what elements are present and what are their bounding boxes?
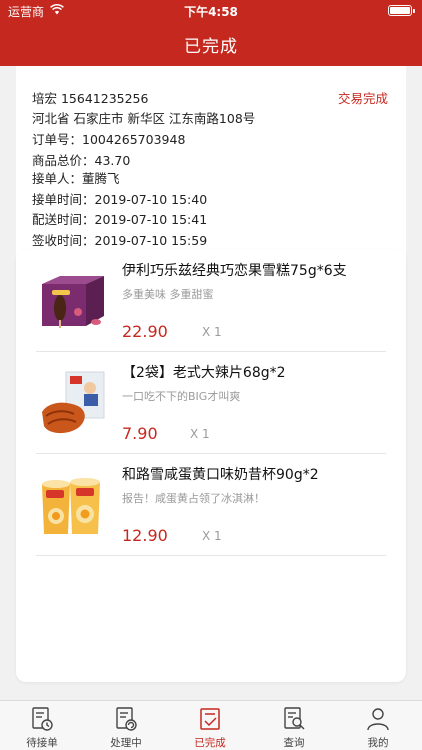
goods-qty: X 1 bbox=[202, 529, 222, 543]
sign-time-value: 2019-07-10 15:59 bbox=[94, 233, 208, 248]
customer-line: 培宏 15641235256 bbox=[32, 91, 149, 106]
ice-cream-cup-image bbox=[42, 478, 100, 534]
tab-search[interactable]: 查询 bbox=[252, 701, 336, 750]
tab-label: 查询 bbox=[283, 737, 305, 749]
receiver-value: 董腾飞 bbox=[82, 171, 120, 186]
tab-label: 已完成 bbox=[194, 737, 226, 749]
order-status-badge: 交易完成 bbox=[337, 91, 388, 106]
goods-price: 7.90 bbox=[122, 424, 158, 443]
goods-qty: X 1 bbox=[202, 325, 222, 339]
top-bar: 运营商 下午4:58 已完成 bbox=[0, 0, 422, 66]
processing-icon bbox=[116, 707, 137, 731]
tab-pending[interactable]: 待接单 bbox=[0, 701, 84, 750]
accept-time-label: 接单时间： bbox=[32, 192, 95, 207]
goods-desc: 报告！咸蛋黄占领了冰淇淋！ bbox=[122, 492, 265, 505]
order-no-line: 订单号：1004265703948 bbox=[32, 129, 185, 148]
goods-qty: X 1 bbox=[190, 427, 210, 441]
tab-processing[interactable]: 处理中 bbox=[84, 701, 168, 750]
order-info-card: 培宏 15641235256 交易完成 河北省 石家庄市 新华区 江东南路108… bbox=[16, 66, 406, 266]
deliver-time-value: 2019-07-10 15:41 bbox=[94, 212, 208, 227]
tab-label: 我的 bbox=[367, 737, 389, 749]
ice-cream-box-image bbox=[42, 276, 104, 328]
goods-item[interactable]: 【2袋】老式大辣片68g*2 一口吃不下的BIG才叫爽 7.90 X 1 bbox=[36, 352, 386, 454]
status-time: 下午4:58 bbox=[184, 5, 238, 19]
completed-icon bbox=[200, 708, 220, 730]
sign-time-line: 签收时间：2019-07-10 15:59 bbox=[32, 230, 207, 249]
accept-time-line: 接单时间：2019-07-10 15:40 bbox=[32, 189, 207, 208]
tab-profile[interactable]: 我的 bbox=[336, 701, 420, 750]
total-value: 43.70 bbox=[94, 153, 131, 168]
deliver-time-label: 配送时间： bbox=[32, 212, 95, 227]
tab-label: 待接单 bbox=[26, 737, 58, 749]
order-no-value: 1004265703948 bbox=[82, 132, 186, 147]
goods-name: 和路雪咸蛋黄口味奶昔杯90g*2 bbox=[122, 467, 319, 483]
page-title: 已完成 bbox=[184, 37, 238, 57]
total-line: 商品总价：43.70 bbox=[32, 150, 130, 169]
goods-list: 伊利巧乐兹经典巧恋果雪糕75g*6支 多重美味 多重甜蜜 22.90 X 1 【… bbox=[16, 250, 406, 682]
tab-bar: 待接单 处理中 已完成 查询 我的 bbox=[0, 700, 422, 750]
profile-icon bbox=[367, 708, 389, 731]
goods-item[interactable]: 和路雪咸蛋黄口味奶昔杯90g*2 报告！咸蛋黄占领了冰淇淋！ 12.90 X 1 bbox=[36, 454, 386, 556]
search-doc-icon bbox=[284, 707, 305, 730]
goods-price: 22.90 bbox=[122, 322, 168, 341]
spicy-snack-image bbox=[42, 371, 105, 434]
receiver-label: 接单人： bbox=[32, 171, 83, 186]
deliver-time-line: 配送时间：2019-07-10 15:41 bbox=[32, 209, 207, 228]
sign-time-label: 签收时间： bbox=[32, 233, 95, 248]
order-no-label: 订单号： bbox=[32, 132, 83, 147]
tab-completed[interactable]: 已完成 bbox=[168, 701, 252, 750]
goods-desc: 多重美味 多重甜蜜 bbox=[122, 288, 214, 301]
goods-item[interactable]: 伊利巧乐兹经典巧恋果雪糕75g*6支 多重美味 多重甜蜜 22.90 X 1 bbox=[36, 250, 386, 352]
goods-desc: 一口吃不下的BIG才叫爽 bbox=[122, 390, 241, 403]
accept-time-value: 2019-07-10 15:40 bbox=[94, 192, 208, 207]
battery-icon bbox=[388, 5, 415, 16]
goods-name: 【2袋】老式大辣片68g*2 bbox=[122, 365, 286, 381]
pending-order-icon bbox=[32, 707, 53, 731]
status-bar: 运营商 下午4:58 bbox=[0, 0, 422, 22]
total-label: 商品总价： bbox=[32, 153, 95, 168]
receiver-line: 接单人：董腾飞 bbox=[32, 168, 120, 187]
tab-label: 处理中 bbox=[110, 737, 142, 749]
goods-price: 12.90 bbox=[122, 526, 168, 545]
goods-name: 伊利巧乐兹经典巧恋果雪糕75g*6支 bbox=[122, 263, 347, 279]
address-line: 河北省 石家庄市 新华区 江东南路108号 bbox=[32, 111, 256, 126]
